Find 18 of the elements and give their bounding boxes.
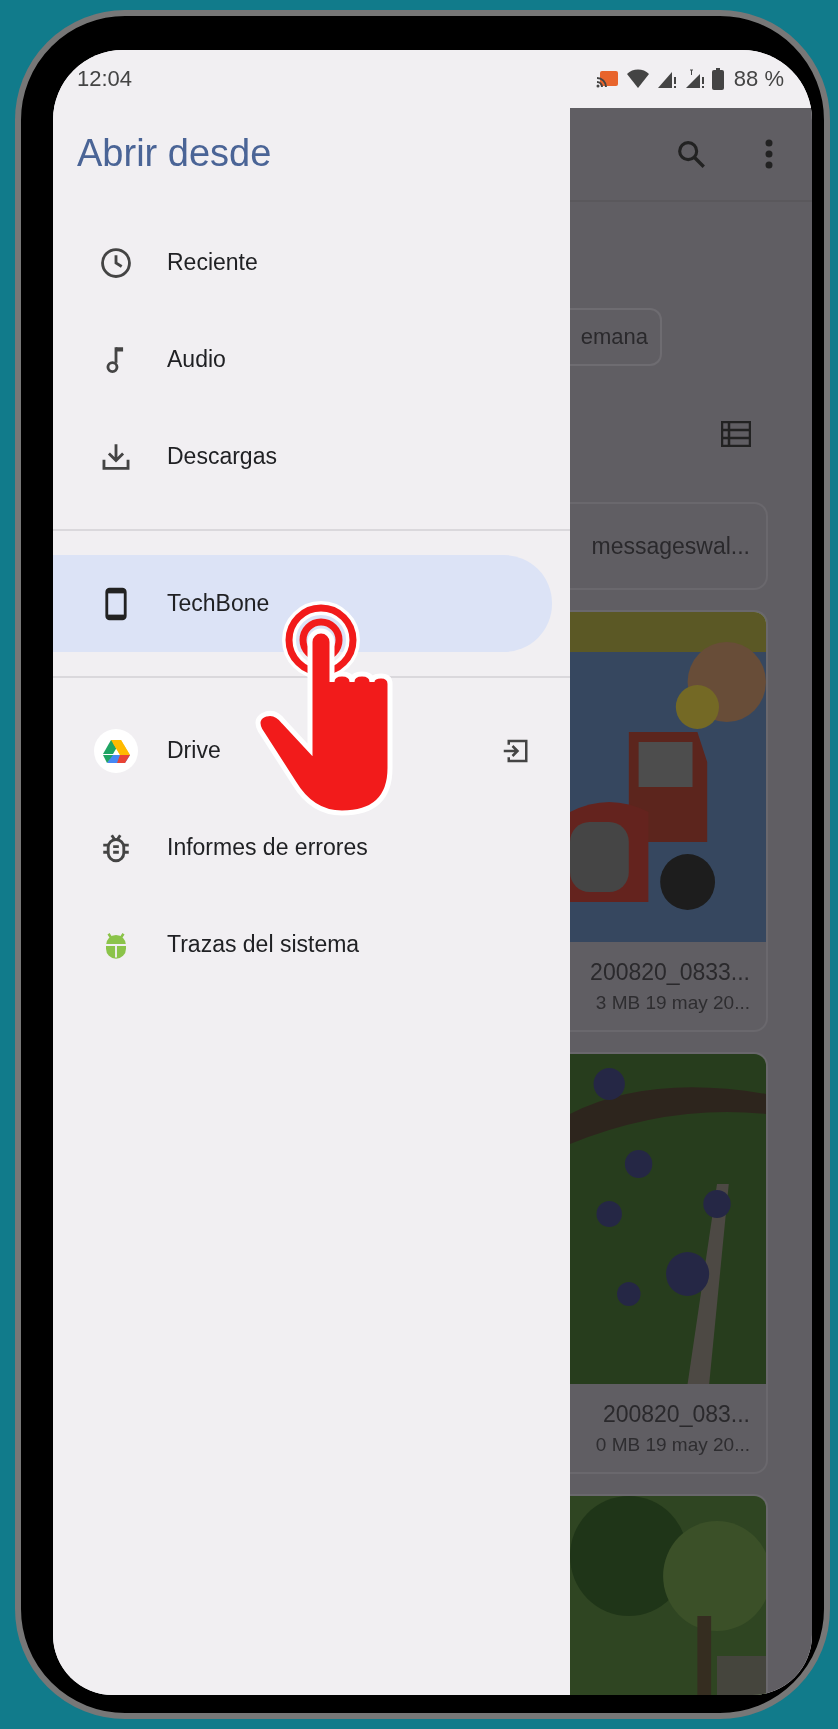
drawer-title: Abrir desde (76, 131, 273, 176)
clock-icon (99, 245, 133, 280)
file-name: 200820_0833... (590, 958, 750, 986)
wifi-icon (625, 69, 650, 89)
drawer-item[interactable]: TechBone (53, 555, 552, 652)
more-icon[interactable] (764, 138, 774, 170)
cast-icon (595, 69, 620, 89)
battery-level: 88 % (733, 66, 784, 92)
drive-icon (93, 727, 139, 774)
battery-icon (711, 68, 724, 90)
drawer-item[interactable]: Informes de errores (53, 799, 570, 896)
drawer-item[interactable]: Audio (53, 311, 570, 408)
file-name: 200820_083... (602, 1400, 750, 1428)
list-view-icon[interactable] (721, 421, 751, 447)
drawer-item[interactable]: Trazas del sistema (53, 896, 570, 993)
status-time: 12:04 (77, 66, 133, 92)
drawer-item[interactable]: Reciente (53, 214, 570, 311)
drawer-item[interactable]: Descargas (53, 408, 570, 505)
